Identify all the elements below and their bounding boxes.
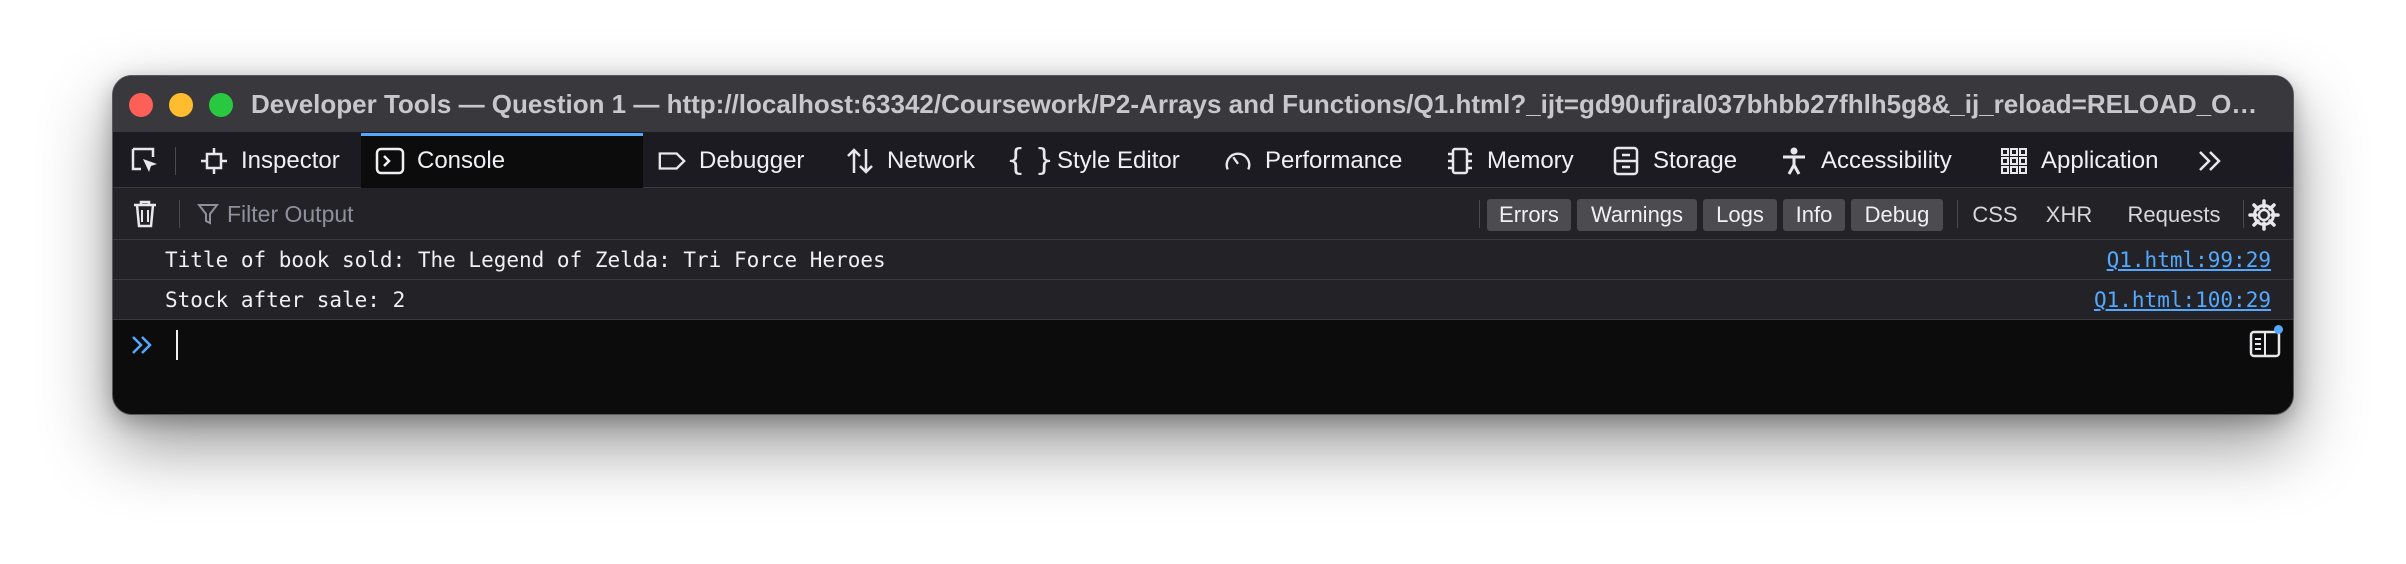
console-toolbar: Errors Warnings Logs Info Debug CSS XHR …: [113, 188, 2293, 240]
tab-accessibility[interactable]: Accessibility: [1765, 133, 1966, 188]
notification-dot: [2274, 325, 2283, 334]
tab-network[interactable]: Network: [831, 133, 989, 188]
tab-label: Inspector: [241, 146, 340, 174]
tab-performance[interactable]: Performance: [1209, 133, 1416, 188]
filter-box: [197, 196, 797, 232]
storage-icon: [1611, 146, 1641, 176]
debugger-icon: [657, 146, 687, 176]
filter-errors-button[interactable]: Errors: [1487, 199, 1571, 231]
prompt-chevron-icon: [132, 336, 152, 354]
close-window-button[interactable]: [129, 93, 153, 117]
title-bar: Developer Tools — Question 1 — http://lo…: [113, 76, 2293, 133]
message-source-link[interactable]: Q1.html:100:29: [2094, 280, 2271, 320]
tab-label: Memory: [1487, 146, 1574, 174]
tab-console[interactable]: Console: [361, 133, 643, 188]
message-text: Stock after sale: 2: [165, 288, 406, 312]
tool-tab-bar: Inspector Console Debugger Network { } S…: [113, 133, 2293, 188]
toolbar-separator: [179, 200, 180, 228]
application-icon: [1999, 146, 2029, 176]
memory-icon: [1445, 146, 1475, 176]
tab-label: Accessibility: [1821, 146, 1952, 174]
filter-output-input[interactable]: [227, 200, 747, 228]
tab-application[interactable]: Application: [1985, 133, 2172, 188]
window-title: Developer Tools — Question 1 — http://lo…: [251, 89, 2269, 119]
tab-inspector[interactable]: Inspector: [185, 133, 354, 188]
console-input-row[interactable]: [113, 319, 2293, 371]
toggle-split-console-button[interactable]: [2285, 133, 2294, 188]
tab-separator: [175, 147, 176, 175]
maximize-window-button[interactable]: [209, 93, 233, 117]
tab-label: Console: [417, 146, 506, 174]
tab-label: Network: [887, 146, 976, 174]
tab-debugger[interactable]: Debugger: [643, 133, 818, 188]
trash-icon: [134, 200, 156, 228]
accessibility-icon: [1779, 146, 1809, 176]
toolbar-separator: [2243, 200, 2244, 228]
filter-css-button[interactable]: CSS: [1965, 199, 2025, 231]
toolbar-separator: [1479, 200, 1480, 228]
console-message: Stock after sale: 2 Q1.html:100:29: [113, 280, 2293, 320]
filter-debug-button[interactable]: Debug: [1851, 199, 1943, 231]
filter-icon: [197, 204, 219, 225]
clear-console-button[interactable]: [129, 198, 161, 230]
filter-info-button[interactable]: Info: [1783, 199, 1845, 231]
filter-requests-button[interactable]: Requests: [2113, 199, 2235, 231]
filter-xhr-button[interactable]: XHR: [2037, 199, 2101, 231]
toolbar-separator: [1957, 200, 1958, 228]
tab-label: Debugger: [699, 146, 805, 174]
inspector-icon: [199, 146, 229, 176]
console-message: Title of book sold: The Legend of Zelda:…: [113, 240, 2293, 280]
double-chevron-right-icon: [2199, 150, 2221, 171]
tab-label: Performance: [1265, 146, 1403, 174]
filter-warnings-button[interactable]: Warnings: [1577, 199, 1697, 231]
element-picker-button[interactable]: [127, 143, 163, 179]
tab-label: Storage: [1653, 146, 1738, 174]
element-picker-icon: [131, 147, 157, 172]
console-settings-button[interactable]: [2247, 198, 2281, 232]
performance-icon: [1223, 146, 1253, 176]
style-editor-icon: { }: [1006, 143, 1054, 178]
message-source-link[interactable]: Q1.html:99:29: [2107, 240, 2271, 280]
network-icon: [845, 146, 875, 176]
tab-label: Application: [2041, 146, 2159, 174]
tab-storage[interactable]: Storage: [1597, 133, 1751, 188]
message-text: Title of book sold: The Legend of Zelda:…: [165, 248, 886, 272]
more-tools-button[interactable]: [2187, 133, 2233, 188]
tab-style-editor[interactable]: { } Style Editor: [1001, 133, 1194, 188]
text-cursor: [176, 330, 178, 360]
tab-memory[interactable]: Memory: [1431, 133, 1588, 188]
minimize-window-button[interactable]: [169, 93, 193, 117]
devtools-window: Developer Tools — Question 1 — http://lo…: [112, 75, 2294, 415]
filter-logs-button[interactable]: Logs: [1703, 199, 1777, 231]
gear-icon: [2248, 199, 2280, 231]
editor-mode-toggle-button[interactable]: [2249, 325, 2283, 359]
console-icon: [375, 146, 405, 176]
tab-label: Style Editor: [1057, 146, 1180, 174]
dock-side-icon: [2293, 145, 2294, 177]
